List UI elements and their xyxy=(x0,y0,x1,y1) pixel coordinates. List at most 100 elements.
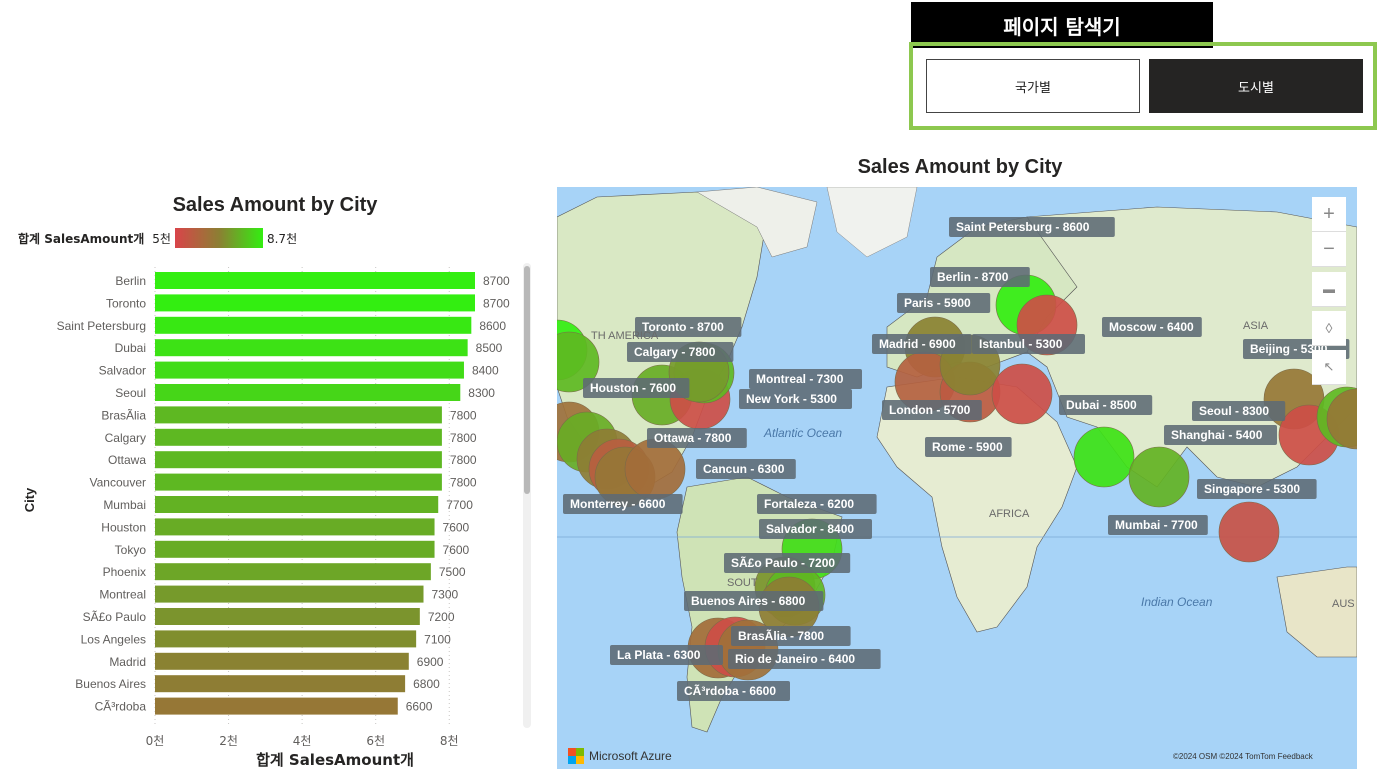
bar[interactable] xyxy=(155,697,398,715)
bar[interactable] xyxy=(155,608,420,625)
city-label[interactable]: Salvador - 8400 xyxy=(759,519,872,539)
data-label: 8700 xyxy=(483,296,510,310)
zoom-out-button[interactable]: − xyxy=(1312,232,1346,267)
legend-max: 8.7천 xyxy=(266,231,298,246)
bar[interactable] xyxy=(155,384,461,401)
bar[interactable] xyxy=(155,540,435,558)
bar[interactable] xyxy=(155,294,475,312)
city-label[interactable]: Seoul - 8300 xyxy=(1192,401,1286,421)
category-label: Vancouver xyxy=(90,476,146,490)
pitch-icon[interactable]: ▬ xyxy=(1312,272,1346,307)
continent-label: TH AMERICA xyxy=(591,330,659,342)
x-axis-label: 합계 SalesAmount개 xyxy=(256,751,414,769)
microsoft-logo-icon xyxy=(568,748,584,764)
city-label[interactable]: Madrid - 6900 xyxy=(872,334,972,354)
city-label-text: Fortaleza - 6200 xyxy=(764,497,854,511)
city-label[interactable]: Moscow - 6400 xyxy=(1102,317,1202,337)
city-label[interactable]: La Plata - 6300 xyxy=(610,645,723,665)
city-label[interactable]: BrasÃ­lia - 7800 xyxy=(731,626,851,646)
city-label[interactable]: Houston - 7600 xyxy=(583,378,690,398)
bar[interactable] xyxy=(155,630,417,648)
city-label[interactable]: Ottawa - 7800 xyxy=(647,428,747,448)
city-label[interactable]: Singapore - 5300 xyxy=(1197,479,1317,499)
bar[interactable] xyxy=(155,339,468,357)
city-label-text: Calgary - 7800 xyxy=(634,345,716,359)
city-label-text: Paris - 5900 xyxy=(904,296,971,310)
bar[interactable] xyxy=(155,428,442,446)
zoom-in-button[interactable]: + xyxy=(1312,197,1346,232)
bar[interactable] xyxy=(155,272,475,289)
bar-chart: 0천 2천 4천 6천 8천 Berlin 8700 Toronto 8700 Saint Pet… xyxy=(57,267,510,748)
category-label: CÃ³rdoba xyxy=(95,700,147,714)
city-label[interactable]: New York - 5300 xyxy=(739,389,852,409)
azure-map[interactable]: Saint Petersburg - 8600 Berlin - 8700 Pari… xyxy=(557,187,1357,769)
bar[interactable] xyxy=(155,652,409,670)
city-label-text: Madrid - 6900 xyxy=(879,337,956,351)
bar[interactable] xyxy=(155,496,439,513)
bar[interactable] xyxy=(155,518,435,536)
compass-icon[interactable]: ◊ xyxy=(1312,311,1346,346)
category-label: Mumbai xyxy=(103,498,146,512)
category-label: Tokyo xyxy=(115,543,147,557)
cursor-icon[interactable]: ↖ xyxy=(1312,350,1346,385)
data-label: 8500 xyxy=(476,341,503,355)
city-label[interactable]: Shanghai - 5400 xyxy=(1164,425,1277,445)
bar[interactable] xyxy=(155,563,431,581)
city-label-text: Houston - 7600 xyxy=(590,381,676,395)
city-label[interactable]: Monterrey - 6600 xyxy=(563,494,683,514)
city-bubble[interactable] xyxy=(1218,501,1280,563)
data-label: 8300 xyxy=(468,386,495,400)
city-bubble[interactable] xyxy=(991,363,1053,425)
city-label[interactable]: SÃ£o Paulo - 7200 xyxy=(724,553,851,573)
city-label[interactable]: Paris - 5900 xyxy=(897,293,991,313)
city-label[interactable]: Rio de Janeiro - 6400 xyxy=(728,649,881,669)
bar[interactable] xyxy=(155,451,442,469)
city-label[interactable]: Calgary - 7800 xyxy=(627,342,734,362)
bar[interactable] xyxy=(155,406,442,424)
city-label-text: Salvador - 8400 xyxy=(766,522,854,536)
x-tick-label: 8천 xyxy=(440,733,459,748)
city-label-text: Seoul - 8300 xyxy=(1199,404,1269,418)
data-label: 8700 xyxy=(483,274,510,288)
map-bubble-layer[interactable]: Saint Petersburg - 8600 Berlin - 8700 Pari… xyxy=(557,187,1357,769)
data-label: 8400 xyxy=(472,364,499,378)
category-label: Calgary xyxy=(105,431,146,445)
bar[interactable] xyxy=(155,361,464,379)
city-label[interactable]: Rome - 5900 xyxy=(925,437,1012,457)
data-label: 7600 xyxy=(443,543,470,557)
chart-scrollbar-thumb[interactable] xyxy=(524,266,530,494)
city-bubble[interactable] xyxy=(1073,426,1135,488)
city-label[interactable]: Buenos Aires - 6800 xyxy=(684,591,824,611)
continent-label: AUS xyxy=(1332,598,1355,610)
bar[interactable] xyxy=(155,316,472,334)
city-label[interactable]: Montreal - 7300 xyxy=(749,369,862,389)
data-label: 7300 xyxy=(432,588,459,602)
city-label-text: BrasÃ­lia - 7800 xyxy=(738,628,824,643)
continent-label: AFRICA xyxy=(989,508,1030,520)
category-label: SÃ£o Paulo xyxy=(83,610,147,624)
city-label[interactable]: Berlin - 8700 xyxy=(930,267,1030,287)
city-label[interactable]: Cancun - 6300 xyxy=(696,459,796,479)
bar[interactable] xyxy=(155,585,424,603)
city-label[interactable]: Dubai - 8500 xyxy=(1059,395,1153,415)
city-label[interactable]: London - 5700 xyxy=(882,400,982,420)
city-label-text: Buenos Aires - 6800 xyxy=(691,594,806,608)
city-label[interactable]: Istanbul - 5300 xyxy=(972,334,1085,354)
nav-button-by-country[interactable]: 국가별 xyxy=(926,59,1140,113)
ocean-label: Indian Ocean xyxy=(1141,595,1213,609)
city-label[interactable]: Mumbai - 7700 xyxy=(1108,515,1208,535)
bar[interactable] xyxy=(155,675,406,693)
city-label-text: Cancun - 6300 xyxy=(703,462,785,476)
nav-button-by-city[interactable]: 도시별 xyxy=(1149,59,1363,113)
category-label: Montreal xyxy=(99,588,146,602)
city-label[interactable]: Saint Petersburg - 8600 xyxy=(949,217,1115,237)
map-attribution[interactable]: ©2024 OSM ©2024 TomTom Feedback xyxy=(1173,752,1313,761)
category-label: Los Angeles xyxy=(81,632,146,646)
city-label[interactable]: CÃ³rdoba - 6600 xyxy=(677,681,790,701)
x-tick-label: 6천 xyxy=(366,733,385,748)
city-bubble[interactable] xyxy=(1128,446,1190,508)
x-tick-label: 4천 xyxy=(293,733,312,748)
city-label[interactable]: Fortaleza - 6200 xyxy=(757,494,877,514)
bar[interactable] xyxy=(155,473,442,491)
city-label-text: New York - 5300 xyxy=(746,392,837,406)
